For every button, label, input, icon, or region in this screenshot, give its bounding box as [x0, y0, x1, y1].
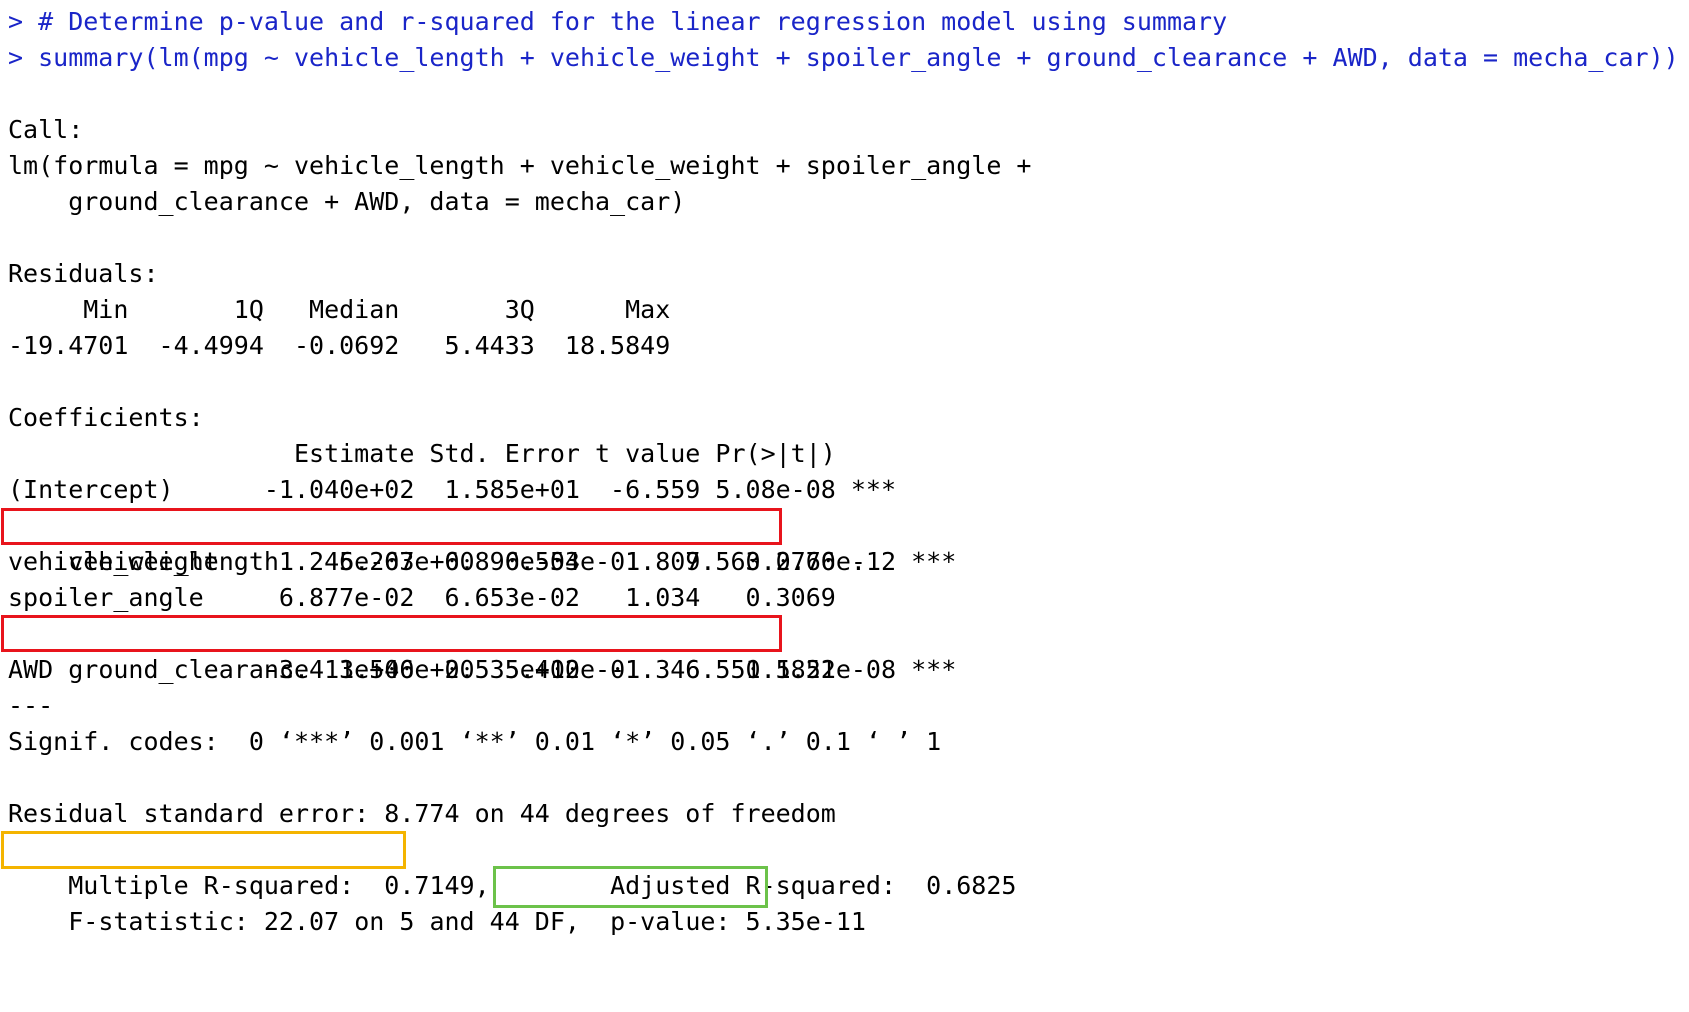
call-header: Call: — [8, 115, 84, 144]
coefficient-row-vehicle-weight: vehicle_weight 1.245e-03 6.890e-04 1.807… — [8, 547, 897, 576]
console-input-summary-command: > summary(lm(mpg ~ vehicle_length + vehi… — [8, 43, 1679, 72]
console-input-comment: > # Determine p-value and r-squared for … — [8, 7, 1228, 36]
coefficient-row-vehicle-length: vehicle_length 6.267e+00 6.553e-01 9.563… — [1, 508, 1683, 576]
residuals-values: -19.4701 -4.4994 -0.0692 5.4433 18.5849 — [8, 331, 686, 360]
residuals-labels: Min 1Q Median 3Q Max — [8, 295, 686, 324]
coefficient-row-awd: AWD -3.411e+00 2.535e+00 -1.346 0.1852 — [8, 655, 897, 684]
residuals-header: Residuals: — [8, 259, 159, 288]
coefficient-row-spoiler-angle: spoiler_angle 6.877e-02 6.653e-02 1.034 … — [8, 583, 897, 612]
coefficients-header: Coefficients: — [8, 403, 204, 432]
r-console-output: > # Determine p-value and r-squared for … — [1, 4, 1683, 936]
call-line-1: lm(formula = mpg ~ vehicle_length + vehi… — [8, 151, 1047, 180]
call-line-2: ground_clearance + AWD, data = mecha_car… — [8, 187, 686, 216]
r-squared-line: Multiple R-squared: 0.7149, Adjusted R-s… — [1, 831, 1683, 900]
coefficient-row-intercept: (Intercept) -1.040e+02 1.585e+01 -6.559 … — [8, 475, 897, 504]
f-statistic-line: F-statistic: 22.07 on 5 and 44 DF, p-val… — [8, 866, 1683, 936]
multiple-r-squared-highlight-box — [1, 831, 406, 869]
signif-codes: Signif. codes: 0 ‘***’ 0.001 ‘**’ 0.01 ‘… — [8, 727, 942, 756]
p-value-highlight-box — [493, 866, 768, 908]
residual-standard-error: Residual standard error: 8.774 on 44 deg… — [8, 799, 836, 828]
separator: --- — [8, 691, 54, 720]
vehicle-length-highlight-box — [1, 508, 782, 545]
ground-clearance-highlight-box — [1, 615, 782, 652]
f-statistic-text: F-statistic: 22.07 on 5 and 44 DF, p-val… — [68, 907, 866, 936]
coefficients-column-headers: Estimate Std. Error t value Pr(>|t|) — [8, 439, 897, 468]
coefficient-row-ground-clearance: ground_clearance 3.546e+00 5.412e-01 6.5… — [1, 615, 1683, 684]
